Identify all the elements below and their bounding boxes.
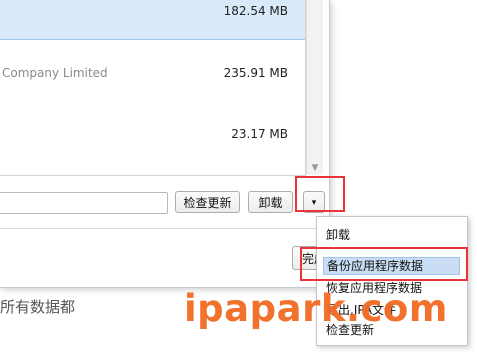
app-size: 182.54 MB: [223, 4, 288, 18]
app-list-row[interactable]: 23.17 MB: [0, 105, 305, 165]
uninstall-button[interactable]: 卸载: [248, 191, 293, 213]
scroll-down-arrow-icon[interactable]: ▼: [310, 163, 320, 173]
app-manager-panel: 182.54 MB Company Limited 235.91 MB 23.1…: [0, 0, 332, 288]
app-size: 23.17 MB: [231, 127, 288, 141]
app-list-row[interactable]: Company Limited 235.91 MB: [0, 40, 305, 104]
app-list: 182.54 MB Company Limited 235.91 MB 23.1…: [0, 0, 306, 176]
watermark-logo: ipapark.com: [184, 287, 448, 330]
menu-item-uninstall[interactable]: 卸载: [326, 226, 350, 243]
menu-highlight-box: [300, 247, 468, 281]
bottom-description: 所有数据都: [0, 298, 76, 316]
app-list-row[interactable]: 182.54 MB: [0, 0, 305, 40]
divider: [0, 228, 329, 229]
app-size: 235.91 MB: [223, 66, 288, 80]
app-company: Company Limited: [2, 66, 108, 80]
dropdown-highlight-box: [295, 176, 345, 212]
search-input[interactable]: [0, 192, 168, 214]
list-scrollbar[interactable]: ▼: [306, 0, 323, 175]
check-update-button[interactable]: 检查更新: [175, 191, 240, 213]
